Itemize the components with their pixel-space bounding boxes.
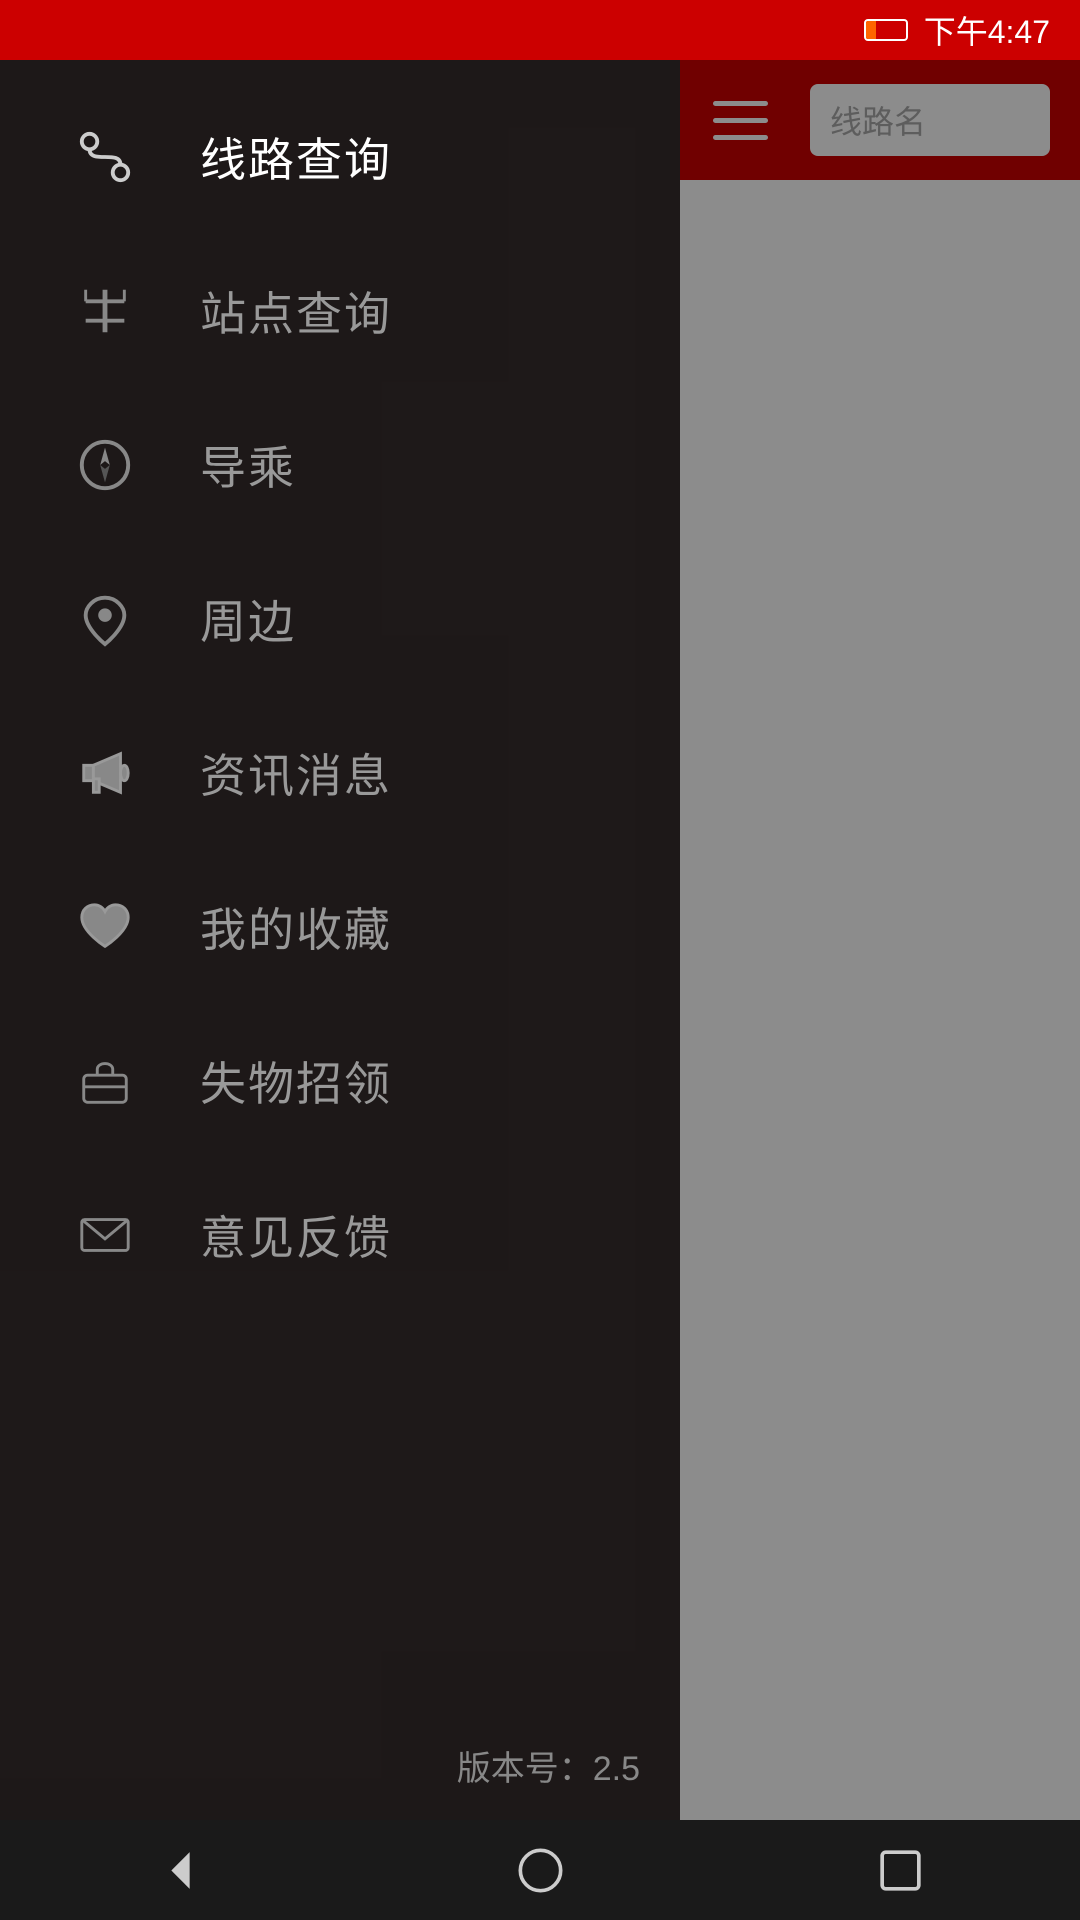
sidebar-item-stop-query[interactable]: 站点查询 <box>0 234 680 388</box>
version-text: 版本号：2.5 <box>457 1750 640 1788</box>
sidebar-item-label-feedback: 意见反馈 <box>200 1202 392 1268</box>
mail-icon <box>70 1200 140 1270</box>
home-button[interactable] <box>480 1830 600 1910</box>
sidebar-item-label-guide: 导乘 <box>200 432 296 498</box>
bottom-nav <box>0 1820 1080 1920</box>
recent-button[interactable] <box>840 1830 960 1910</box>
drawer-sidebar: 线路查询 站点查询 <box>0 60 680 1820</box>
sidebar-item-route-query[interactable]: 线路查询 <box>0 80 680 234</box>
drawer-overlay[interactable] <box>680 60 1080 1820</box>
back-button[interactable] <box>120 1830 240 1910</box>
battery-icon <box>864 19 908 41</box>
battery-fill <box>866 21 876 39</box>
sidebar-item-label-favorites: 我的收藏 <box>200 894 392 960</box>
stop-icon <box>70 276 140 346</box>
sidebar-item-news[interactable]: 资讯消息 <box>0 696 680 850</box>
status-bar: 下午4:47 <box>0 0 1080 60</box>
sidebar-item-label-stop-query: 站点查询 <box>200 278 392 344</box>
sidebar-item-label-route-query: 线路查询 <box>200 124 392 190</box>
sidebar-item-label-nearby: 周边 <box>200 586 296 652</box>
sidebar-item-guide[interactable]: 导乘 <box>0 388 680 542</box>
battery-body <box>864 19 908 41</box>
compass-icon <box>70 430 140 500</box>
route-icon <box>70 122 140 192</box>
drawer-footer: 版本号：2.5 <box>0 1711 680 1820</box>
main-layout: 线路查询 站点查询 <box>0 60 1080 1820</box>
heart-icon <box>70 892 140 962</box>
sidebar-item-lost-found[interactable]: 失物招领 <box>0 1004 680 1158</box>
location-icon <box>70 584 140 654</box>
sidebar-item-label-news: 资讯消息 <box>200 740 392 806</box>
sidebar-item-label-lost-found: 失物招领 <box>200 1048 392 1114</box>
status-time: 下午4:47 <box>924 7 1050 53</box>
news-icon <box>70 738 140 808</box>
status-bar-right: 下午4:47 <box>864 7 1050 53</box>
briefcase-icon <box>70 1046 140 1116</box>
sidebar-item-favorites[interactable]: 我的收藏 <box>0 850 680 1004</box>
sidebar-item-feedback[interactable]: 意见反馈 <box>0 1158 680 1312</box>
drawer-menu: 线路查询 站点查询 <box>0 60 680 1711</box>
sidebar-item-nearby[interactable]: 周边 <box>0 542 680 696</box>
